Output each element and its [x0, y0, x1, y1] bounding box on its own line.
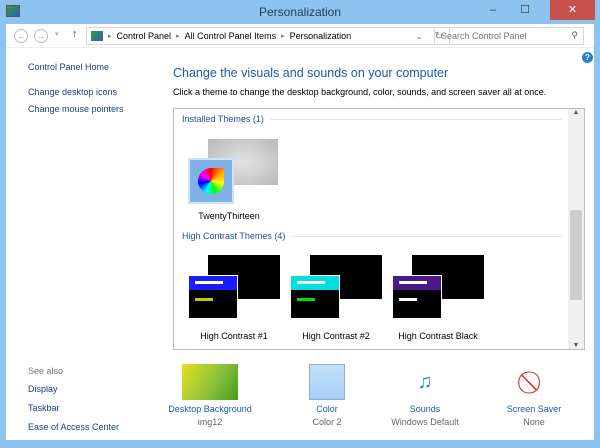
breadcrumb: ▸ Control Panel ▸ All Control Panel Item… — [86, 27, 450, 45]
screen-saver-button[interactable]: ⃠ Screen SaverNone — [479, 364, 589, 427]
scrollbar-thumb[interactable] — [570, 210, 582, 300]
search-placeholder: Search Control Panel — [441, 31, 527, 41]
installed-themes-header: Installed Themes (1) — [182, 114, 562, 124]
chevron-right-icon: ▸ — [176, 33, 180, 40]
theme-high-contrast[interactable]: High Contrast #1 — [184, 255, 284, 345]
maximize-button[interactable]: ☐ — [510, 0, 540, 20]
hc-themes-header: High Contrast Themes (4) — [182, 231, 562, 241]
close-button[interactable]: ✕ — [550, 0, 595, 20]
crumb-all-items[interactable]: All Control Panel Items — [185, 31, 277, 41]
desktop-background-button[interactable]: Desktop Background img12 — [155, 364, 265, 427]
theme-name: High Contrast #1 — [200, 331, 268, 341]
search-input[interactable]: Search Control Panel ⚲ — [434, 27, 584, 45]
chevron-right-icon: ▸ — [281, 33, 285, 40]
see-also-display[interactable]: Display — [28, 384, 119, 394]
search-icon[interactable]: ⚲ — [571, 30, 578, 41]
theme-name: High Contrast Black — [398, 331, 478, 341]
scrollbar[interactable]: ▲ ▼ — [568, 109, 584, 349]
minimize-button[interactable]: – — [478, 0, 508, 20]
sidebar-link-mouse-pointers[interactable]: Change mouse pointers — [28, 104, 124, 114]
crumb-control-panel[interactable]: Control Panel — [117, 31, 172, 41]
theme-high-contrast[interactable]: High Contrast Black — [388, 255, 488, 345]
forward-button[interactable]: → — [34, 29, 48, 43]
title-bar: Personalization – ☐ ✕ — [0, 0, 600, 24]
color-button[interactable]: Color Color 2 — [272, 364, 382, 427]
color-fan-icon — [188, 158, 234, 204]
see-also: See also Display Taskbar Ease of Access … — [28, 366, 119, 439]
back-button[interactable]: ← — [14, 29, 28, 43]
theme-twentythirteen[interactable]: TwentyThirteen — [184, 139, 278, 224]
sidebar-link-desktop-icons[interactable]: Change desktop icons — [28, 87, 124, 97]
theme-window-preview — [290, 275, 340, 319]
see-also-taskbar[interactable]: Taskbar — [28, 403, 119, 413]
desktop-background-icon — [182, 364, 238, 400]
sounds-button[interactable]: ♫ Sounds Windows Default — [370, 364, 480, 427]
control-panel-icon — [91, 31, 103, 41]
history-dropdown[interactable]: ⌄ — [415, 31, 423, 42]
page-subtitle: Click a theme to change the desktop back… — [173, 87, 547, 97]
themes-panel: Installed Themes (1) TwentyThirteen High… — [173, 108, 585, 350]
see-also-ease-of-access[interactable]: Ease of Access Center — [28, 422, 119, 432]
window-content: ← → ▾ ↑ ▸ Control Panel ▸ All Control Pa… — [6, 24, 594, 440]
sidebar-home-link[interactable]: Control Panel Home — [28, 62, 124, 72]
up-button[interactable]: ↑ — [72, 28, 78, 40]
screen-saver-icon: ⃠ — [516, 364, 552, 400]
page-title: Change the visuals and sounds on your co… — [173, 66, 449, 80]
sidebar: Control Panel Home Change desktop icons … — [28, 62, 124, 121]
theme-window-preview — [392, 275, 442, 319]
chevron-right-icon: ▸ — [108, 33, 112, 40]
help-button[interactable]: ? — [582, 52, 593, 63]
color-swatch-icon — [309, 364, 345, 400]
theme-high-contrast[interactable]: High Contrast #2 — [286, 255, 386, 345]
see-also-label: See also — [28, 366, 64, 376]
theme-window-preview — [188, 275, 238, 319]
theme-name: TwentyThirteen — [198, 211, 260, 221]
recent-dropdown[interactable]: ▾ — [55, 30, 59, 38]
theme-name: High Contrast #2 — [302, 331, 370, 341]
sounds-icon: ♫ — [417, 371, 433, 393]
address-bar: ← → ▾ ↑ ▸ Control Panel ▸ All Control Pa… — [6, 24, 594, 48]
crumb-personalization[interactable]: Personalization — [290, 31, 352, 41]
